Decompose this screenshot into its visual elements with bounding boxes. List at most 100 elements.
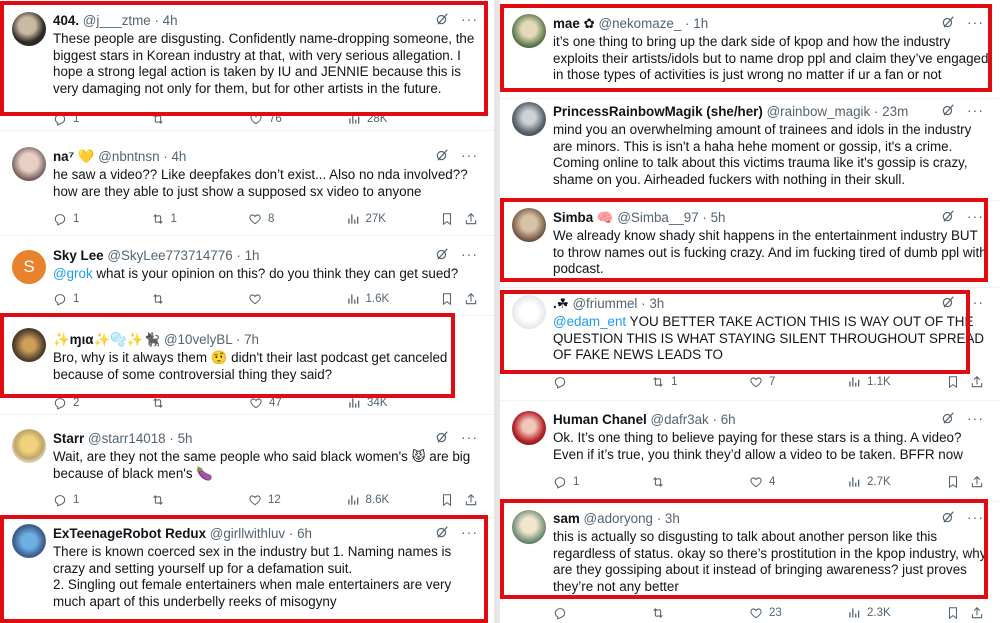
avatar[interactable]: [512, 411, 546, 445]
display-name[interactable]: mae ✿: [553, 16, 595, 31]
tweet[interactable]: PrincessRainbowMagik (she/her) @rainbow_…: [500, 99, 1000, 201]
like-button[interactable]: 8: [248, 212, 346, 226]
like-button[interactable]: 12: [248, 493, 346, 507]
handle[interactable]: @girllwithluv: [210, 526, 285, 541]
timestamp[interactable]: 5h: [178, 431, 193, 446]
share-button[interactable]: [970, 606, 984, 620]
more-icon[interactable]: ···: [967, 411, 984, 425]
more-icon[interactable]: ···: [967, 209, 984, 223]
tweet[interactable]: .☘ @friummel · 3h ··· @edam_ent YOU BETT…: [500, 288, 1000, 401]
handle[interactable]: @starr14018: [88, 431, 166, 446]
bookmark-button[interactable]: [946, 375, 960, 389]
like-button[interactable]: 47: [249, 396, 347, 410]
avatar[interactable]: S: [12, 250, 46, 284]
handle[interactable]: @dafr3ak: [650, 412, 708, 427]
display-name[interactable]: Human Chanel: [553, 412, 647, 427]
tweet[interactable]: na⁷ 💛 @nbntnsn · 4h ··· he saw a video??…: [0, 131, 494, 236]
reply-button[interactable]: 1: [53, 112, 151, 126]
grok-icon[interactable]: [941, 510, 955, 524]
retweet-button[interactable]: [651, 475, 749, 489]
handle[interactable]: @Simba__97: [617, 210, 698, 225]
tweet[interactable]: 404. @j___ztme · 4h ··· These people are…: [0, 0, 494, 131]
bookmark-button[interactable]: [440, 292, 454, 306]
more-icon[interactable]: ···: [461, 430, 478, 444]
avatar[interactable]: [12, 429, 46, 463]
grok-icon[interactable]: [941, 15, 955, 29]
like-button[interactable]: 4: [749, 475, 847, 489]
bookmark-button[interactable]: [440, 493, 454, 507]
grok-icon[interactable]: [435, 525, 449, 539]
share-button[interactable]: [970, 475, 984, 489]
views-button[interactable]: 34K: [347, 396, 442, 410]
grok-icon[interactable]: [435, 430, 449, 444]
avatar[interactable]: [512, 208, 546, 242]
timestamp[interactable]: 23m: [882, 104, 908, 119]
reply-button[interactable]: 1: [553, 475, 651, 489]
handle[interactable]: @friummel: [572, 296, 637, 311]
handle[interactable]: @SkyLee773714776: [107, 248, 232, 263]
handle[interactable]: @nekomaze_: [598, 16, 681, 31]
views-button[interactable]: 28K: [347, 112, 442, 126]
avatar[interactable]: [12, 328, 46, 362]
timestamp[interactable]: 6h: [297, 526, 312, 541]
handle[interactable]: @j___ztme: [83, 13, 151, 28]
share-button[interactable]: [464, 493, 478, 507]
timestamp[interactable]: 4h: [171, 149, 186, 164]
avatar[interactable]: [12, 12, 46, 46]
display-name[interactable]: Starr: [53, 431, 84, 446]
mention-link[interactable]: @edam_ent: [553, 314, 626, 329]
more-icon[interactable]: ···: [967, 295, 984, 309]
handle[interactable]: @nbntnsn: [98, 149, 159, 164]
retweet-button[interactable]: 1: [651, 375, 749, 389]
views-button[interactable]: 2.7K: [847, 475, 942, 489]
timestamp[interactable]: 7h: [244, 332, 259, 347]
avatar[interactable]: [512, 510, 546, 544]
views-button[interactable]: 27K: [346, 212, 441, 226]
timestamp[interactable]: 6h: [721, 412, 736, 427]
reply-button[interactable]: 1: [53, 292, 151, 306]
more-icon[interactable]: ···: [967, 510, 984, 524]
retweet-button[interactable]: 1: [151, 212, 249, 226]
reply-button[interactable]: 2: [53, 396, 151, 410]
timestamp[interactable]: 5h: [711, 210, 726, 225]
reply-button[interactable]: 1: [53, 212, 151, 226]
reply-button[interactable]: [553, 606, 651, 620]
avatar[interactable]: [12, 147, 46, 181]
display-name[interactable]: ExTeenageRobot Redux: [53, 526, 206, 541]
display-name[interactable]: Simba 🧠: [553, 210, 614, 225]
bookmark-button[interactable]: [946, 475, 960, 489]
views-button[interactable]: 1.6K: [346, 292, 441, 306]
avatar[interactable]: [512, 102, 546, 136]
tweet[interactable]: sam @adoryong · 3h ··· this is actually …: [500, 502, 1000, 623]
handle[interactable]: @10velyBL: [164, 332, 232, 347]
tweet[interactable]: mae ✿ @nekomaze_ · 1h ··· it’s one thing…: [500, 0, 1000, 99]
grok-icon[interactable]: [941, 411, 955, 425]
timestamp[interactable]: 3h: [649, 296, 664, 311]
display-name[interactable]: na⁷ 💛: [53, 149, 95, 164]
display-name[interactable]: ✨ɱια✨🫧✨🐈‍⬛: [53, 332, 160, 347]
grok-icon[interactable]: [941, 103, 955, 117]
like-button[interactable]: [248, 292, 346, 306]
bookmark-button[interactable]: [946, 606, 960, 620]
avatar[interactable]: [512, 14, 546, 48]
grok-icon[interactable]: [435, 12, 449, 26]
retweet-button[interactable]: [151, 112, 249, 126]
share-button[interactable]: [464, 212, 478, 226]
retweet-button[interactable]: [151, 396, 249, 410]
handle[interactable]: @rainbow_magik: [767, 104, 871, 119]
more-icon[interactable]: ···: [461, 148, 478, 162]
timestamp[interactable]: 1h: [245, 248, 260, 263]
bookmark-button[interactable]: [440, 212, 454, 226]
reply-button[interactable]: 1: [53, 493, 151, 507]
like-button[interactable]: 7: [749, 375, 847, 389]
grok-icon[interactable]: [941, 209, 955, 223]
display-name[interactable]: sam: [553, 511, 580, 526]
retweet-button[interactable]: [151, 292, 249, 306]
timestamp[interactable]: 3h: [665, 511, 680, 526]
views-button[interactable]: 8.6K: [346, 493, 441, 507]
tweet[interactable]: ✨ɱια✨🫧✨🐈‍⬛ @10velyBL · 7h Bro, why is it…: [0, 316, 494, 415]
more-icon[interactable]: ···: [967, 103, 984, 117]
reply-button[interactable]: [553, 375, 651, 389]
avatar[interactable]: [512, 295, 546, 329]
tweet[interactable]: S Sky Lee @SkyLee773714776 · 1h ··· @gro…: [0, 236, 494, 316]
